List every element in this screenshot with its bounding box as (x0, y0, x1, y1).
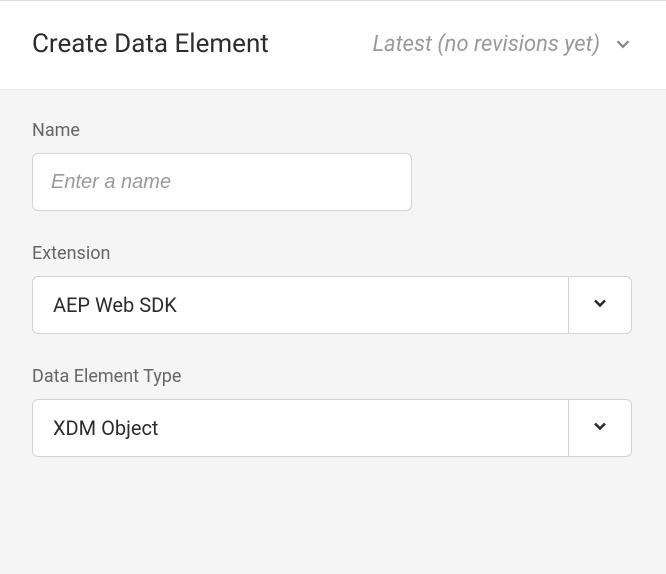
data-element-type-label: Data Element Type (32, 366, 634, 387)
data-element-type-value[interactable]: XDM Object (32, 399, 568, 457)
page-header: Create Data Element Latest (no revisions… (0, 0, 666, 90)
extension-label: Extension (32, 243, 634, 264)
data-element-type-group: Data Element Type XDM Object (32, 366, 634, 457)
data-element-type-select[interactable]: XDM Object (32, 399, 632, 457)
extension-dropdown-button[interactable] (568, 276, 632, 334)
chevron-down-icon (612, 33, 634, 55)
form-area: Name Extension AEP Web SDK Data Element … (0, 90, 666, 519)
chevron-down-icon (590, 416, 610, 440)
name-label: Name (32, 120, 634, 141)
extension-group: Extension AEP Web SDK (32, 243, 634, 334)
extension-select[interactable]: AEP Web SDK (32, 276, 632, 334)
revision-selector[interactable]: Latest (no revisions yet) (373, 32, 634, 57)
extension-value[interactable]: AEP Web SDK (32, 276, 568, 334)
chevron-down-icon (590, 293, 610, 317)
name-group: Name (32, 120, 634, 211)
name-input[interactable] (32, 153, 412, 211)
revision-text: Latest (no revisions yet) (373, 32, 600, 57)
data-element-type-dropdown-button[interactable] (568, 399, 632, 457)
page-title: Create Data Element (32, 29, 269, 59)
